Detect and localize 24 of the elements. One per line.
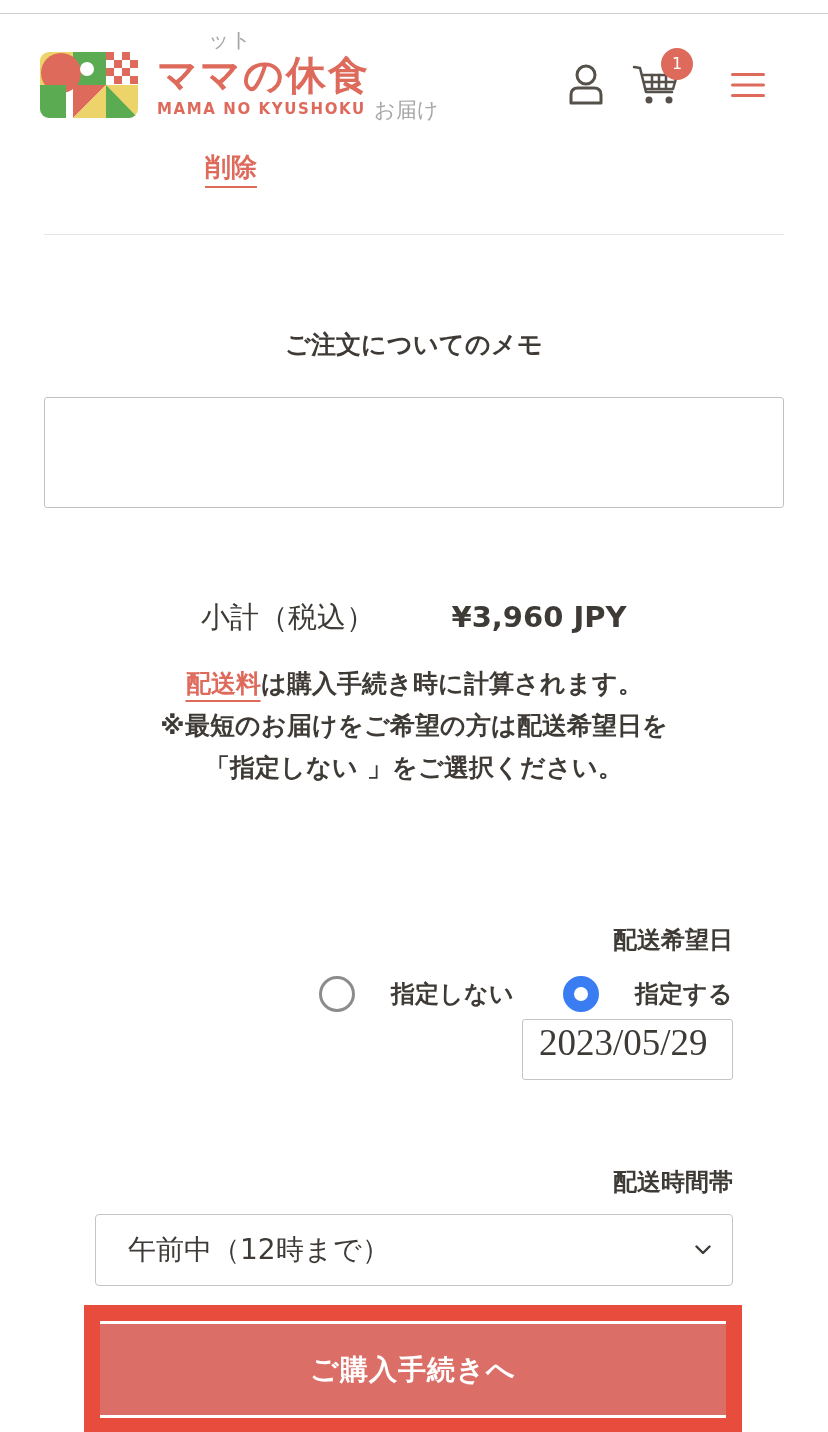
menu-icon[interactable] bbox=[731, 73, 765, 97]
radio-label[interactable]: 指定しない bbox=[391, 979, 514, 1009]
remove-link[interactable]: 削除 bbox=[205, 152, 257, 188]
chevron-down-icon bbox=[695, 1245, 711, 1255]
logo-icon[interactable] bbox=[40, 52, 138, 118]
background-text: ット bbox=[208, 28, 252, 52]
shipping-fee-link[interactable]: 配送料 bbox=[185, 669, 261, 698]
radio-button[interactable] bbox=[319, 976, 355, 1012]
subtotal-label: 小計（税込） bbox=[201, 599, 376, 636]
delivery-time-label: 配送時間帯 bbox=[613, 1167, 733, 1197]
order-note-label: ご注文についてのメモ bbox=[284, 330, 544, 360]
time-select[interactable]: 午前中（12時まで） bbox=[95, 1214, 733, 1286]
background-text: お届け bbox=[374, 98, 439, 122]
user-icon[interactable] bbox=[568, 64, 604, 106]
cart-count-badge: 1 bbox=[661, 48, 693, 80]
logo-title[interactable]: ママの休食 bbox=[157, 52, 370, 97]
radio-button[interactable] bbox=[563, 976, 599, 1012]
subtotal-value: ¥3,960 JPY bbox=[451, 599, 627, 636]
delivery-date-label: 配送希望日 bbox=[613, 925, 733, 955]
order-note-field[interactable] bbox=[44, 397, 784, 508]
logo-subtitle[interactable]: MAMA NO KYUSHOKU bbox=[157, 99, 370, 118]
shipping-note: 配送料は購入手続き時に計算されます。 ※最短のお届けをご希望の方は配送希望日を 「指定しない 」をご選択ください。 bbox=[159, 668, 669, 784]
date-field[interactable]: 2023/05/29 bbox=[522, 1019, 733, 1080]
radio-label[interactable]: 指定する bbox=[635, 979, 733, 1009]
